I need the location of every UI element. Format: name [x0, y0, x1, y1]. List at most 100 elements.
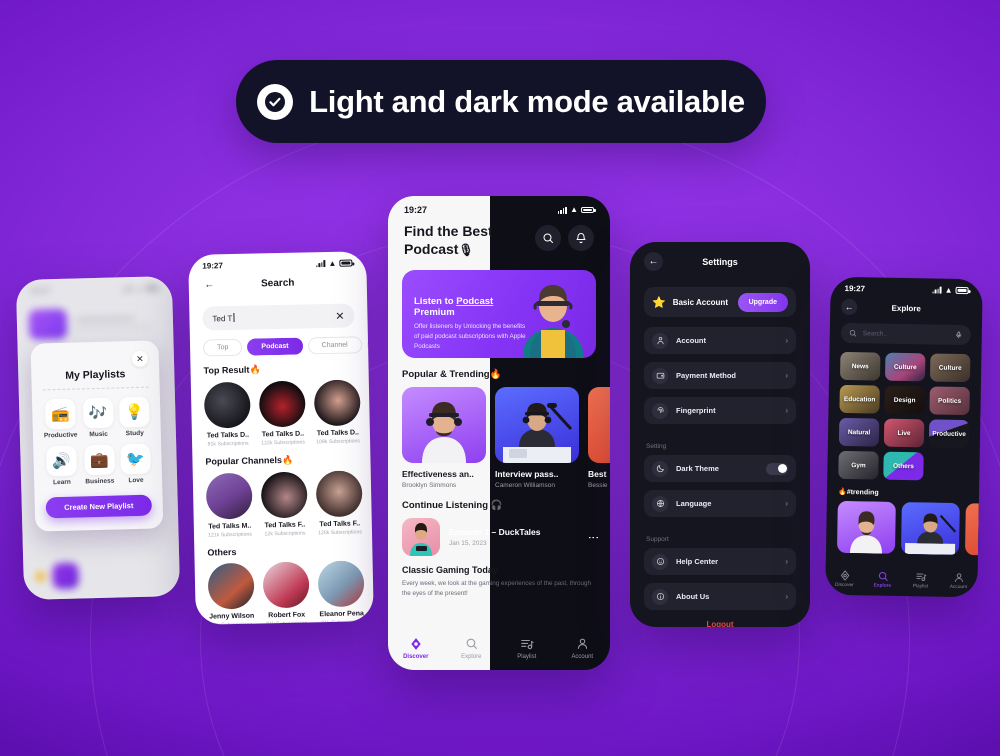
- settings-row-language[interactable]: Language ›: [644, 490, 796, 517]
- tab-label: Account: [571, 653, 594, 660]
- mic-icon[interactable]: [955, 326, 963, 344]
- category-live[interactable]: Live: [883, 418, 925, 448]
- episode-row[interactable]: Episode 1 – DuckTales Jan 15, 2023 ⋮: [388, 518, 610, 556]
- list-item[interactable]: Ted Talks D.. 91k Subscriptions: [203, 381, 251, 448]
- tab-playlist[interactable]: Playlist: [499, 637, 555, 660]
- card-title: Best: [588, 469, 607, 479]
- section-title-trending: 🔥#trending: [837, 488, 879, 497]
- chip-sound[interactable]: Sou: [366, 335, 369, 354]
- playlist-tile-music[interactable]: 🎶 Music: [82, 397, 114, 439]
- podcast-card[interactable]: Best Bessie: [588, 387, 610, 489]
- subscriptions: 91k Subscriptions: [207, 440, 249, 448]
- list-item[interactable]: Ted Talks M.. 121k Subscriptions: [205, 472, 253, 539]
- playlist-tile-love[interactable]: 🐦 Love: [120, 443, 151, 485]
- mic-icon: 🎙: [458, 242, 474, 257]
- trending-card[interactable]: [964, 503, 979, 556]
- tab-discover[interactable]: Discover: [388, 637, 444, 660]
- playlist-tile-productive[interactable]: 📻 Productive: [43, 398, 78, 439]
- category-culture[interactable]: Culture: [884, 352, 926, 382]
- list-item[interactable]: Eleanor Pena 91k Subscriptions: [317, 560, 365, 625]
- category-productive[interactable]: Productive: [928, 419, 970, 449]
- podcast-card[interactable]: Effectiveness an.. Brooklyn Simmons: [402, 387, 486, 489]
- discover-icon: [840, 569, 849, 581]
- playlist-tile-business[interactable]: 💼 Business: [83, 444, 115, 486]
- arrow-left-icon[interactable]: ←: [201, 276, 218, 293]
- bell-icon[interactable]: [568, 225, 594, 251]
- category-design[interactable]: Design: [884, 385, 925, 415]
- podcast-card[interactable]: Interview pass.. Cameron Williamson: [495, 387, 579, 489]
- subscriptions: 120k Subscriptions: [318, 529, 362, 537]
- status-time: 19:27: [202, 261, 223, 271]
- category-others[interactable]: Others: [883, 451, 924, 481]
- close-icon[interactable]: ✕: [335, 309, 344, 322]
- account-tier-label: Basic Account: [672, 297, 728, 307]
- list-item[interactable]: Robert Fox 91k Subscriptions: [262, 561, 310, 625]
- premium-promo-banner[interactable]: Listen to Podcast Premium Offer listener…: [402, 270, 596, 358]
- close-icon[interactable]: ✕: [131, 350, 149, 368]
- tab-account[interactable]: Account: [939, 571, 977, 590]
- category-culture-2[interactable]: Culture: [929, 353, 971, 383]
- others-row: Jenny Wilson 13k Subscriptions Robert Fo…: [195, 560, 374, 625]
- promo-body: Offer listeners by Unlocking the benefit…: [414, 323, 526, 350]
- list-item[interactable]: Ted Talks F.. 12k Subscriptions: [260, 471, 308, 537]
- page-title: Settings: [702, 256, 738, 267]
- phone-home: 19:27 ▲ Find the Best Podcast🎙 Listen to…: [388, 196, 610, 670]
- category-politics[interactable]: Politics: [929, 386, 970, 416]
- trending-card[interactable]: [900, 501, 960, 555]
- settings-row-fingerprint[interactable]: Fingerprint ›: [644, 397, 796, 424]
- channel-name: Ted Talks D..: [261, 430, 305, 439]
- fingerprint-icon: [652, 402, 668, 419]
- category-news[interactable]: News: [839, 351, 881, 381]
- tab-account[interactable]: Account: [555, 637, 611, 660]
- settings-row-payment-method[interactable]: Payment Method ›: [644, 362, 796, 389]
- list-item[interactable]: T 1: [368, 379, 371, 444]
- list-item[interactable]: T 1: [370, 470, 373, 535]
- trending-card[interactable]: [836, 500, 896, 554]
- tile-label: Study: [125, 429, 144, 438]
- search-input[interactable]: Search..: [840, 322, 971, 346]
- dark-theme-toggle[interactable]: [766, 462, 788, 475]
- tab-explore[interactable]: Explore: [863, 570, 901, 589]
- trending-cards: Effectiveness an.. Brooklyn Simmons Inte…: [388, 387, 610, 489]
- playlist-tile-learn[interactable]: 🔊 Learn: [44, 445, 79, 487]
- list-item[interactable]: D 1: [372, 560, 374, 625]
- list-item[interactable]: Ted Talks D.. 122k Subscriptions: [258, 380, 306, 446]
- chip-channel[interactable]: Channel: [307, 336, 362, 355]
- list-item[interactable]: Ted Talks D.. 109k Subscriptions: [313, 379, 361, 445]
- episode-title: Episode 1 – DuckTales: [449, 527, 541, 537]
- logout-button[interactable]: Logout: [630, 620, 810, 627]
- category-grid: News Culture Culture Education Design Po…: [827, 343, 981, 482]
- search-input[interactable]: Ted T ✕: [202, 303, 355, 331]
- create-new-playlist-button[interactable]: Create New Playlist: [45, 494, 153, 519]
- lightbulb-icon: 💡: [118, 396, 150, 428]
- category-education[interactable]: Education: [839, 384, 880, 414]
- category-gym[interactable]: Gym: [838, 450, 879, 480]
- list-item[interactable]: Jenny Wilson 13k Subscriptions: [207, 562, 255, 625]
- list-item[interactable]: Ted Talks F.. 120k Subscriptions: [315, 470, 363, 537]
- search-icon: [849, 324, 857, 342]
- upgrade-button[interactable]: Upgrade: [737, 292, 788, 312]
- search-icon: [878, 571, 888, 581]
- search-icon[interactable]: [535, 225, 561, 251]
- radio-icon: 📻: [44, 398, 76, 430]
- category-natural[interactable]: Natural: [838, 417, 880, 447]
- banner-text: Light and dark mode available: [309, 83, 745, 119]
- bottom-navigation: Discover Explore Playlist Account: [388, 626, 610, 670]
- arrow-left-icon[interactable]: ←: [644, 252, 663, 271]
- playlist-icon: [520, 637, 534, 651]
- arrow-left-icon[interactable]: ←: [841, 298, 858, 316]
- tile-label: Business: [85, 477, 115, 486]
- settings-row-account[interactable]: Account ›: [644, 327, 796, 354]
- tab-playlist[interactable]: Playlist: [901, 570, 939, 589]
- settings-row-help-center[interactable]: Help Center ›: [644, 548, 796, 575]
- settings-row-about-us[interactable]: About Us ›: [644, 583, 796, 610]
- phone-explore: 19:27 ▲ ← Explore Search.. News Culture …: [825, 276, 983, 598]
- playlist-tile-study[interactable]: 💡 Study: [118, 396, 150, 438]
- more-vertical-icon[interactable]: ⋮: [587, 532, 599, 543]
- chip-top[interactable]: Top: [202, 338, 243, 357]
- chip-podcast[interactable]: Podcast: [247, 337, 303, 356]
- tab-discover[interactable]: Discover: [825, 569, 863, 588]
- tab-explore[interactable]: Explore: [444, 637, 500, 660]
- moon-icon: [652, 460, 668, 477]
- settings-row-dark-theme[interactable]: Dark Theme: [644, 455, 796, 482]
